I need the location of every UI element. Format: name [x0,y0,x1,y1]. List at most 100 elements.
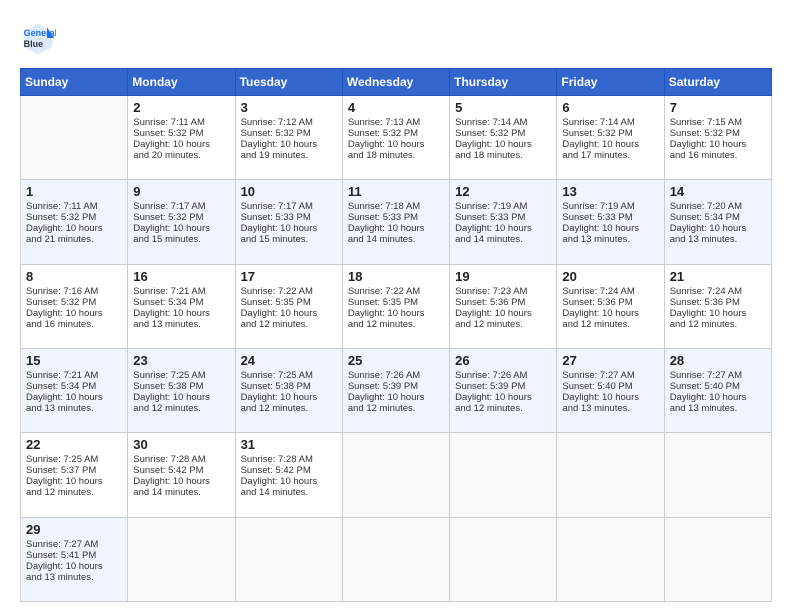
calendar-cell: 6Sunrise: 7:14 AMSunset: 5:32 PMDaylight… [557,96,664,180]
cell-line: and 13 minutes. [562,403,658,414]
cell-line: and 20 minutes. [133,150,229,161]
cell-line: Sunset: 5:40 PM [562,381,658,392]
cell-line: Sunrise: 7:19 AM [455,201,551,212]
cell-line: and 12 minutes. [670,319,766,330]
calendar-table: SundayMondayTuesdayWednesdayThursdayFrid… [20,68,772,602]
cell-line: Sunset: 5:36 PM [562,297,658,308]
cell-line: and 21 minutes. [26,234,122,245]
cell-line: Sunset: 5:38 PM [241,381,337,392]
svg-text:Blue: Blue [24,39,44,49]
cell-line: and 14 minutes. [133,487,229,498]
day-number: 22 [26,437,122,452]
calendar-week-row: 29Sunrise: 7:27 AMSunset: 5:41 PMDayligh… [21,517,772,601]
weekday-header-wednesday: Wednesday [342,69,449,96]
calendar-cell: 11Sunrise: 7:18 AMSunset: 5:33 PMDayligh… [342,180,449,264]
cell-line: Sunset: 5:32 PM [241,128,337,139]
calendar-week-row: 8Sunrise: 7:16 AMSunset: 5:32 PMDaylight… [21,264,772,348]
calendar-cell: 29Sunrise: 7:27 AMSunset: 5:41 PMDayligh… [21,517,128,601]
calendar-cell: 25Sunrise: 7:26 AMSunset: 5:39 PMDayligh… [342,348,449,432]
cell-line: and 13 minutes. [133,319,229,330]
day-number: 9 [133,184,229,199]
cell-line: Daylight: 10 hours [241,223,337,234]
cell-line: and 14 minutes. [241,487,337,498]
cell-line: Sunset: 5:36 PM [670,297,766,308]
cell-line: Sunset: 5:42 PM [133,465,229,476]
cell-line: and 13 minutes. [670,234,766,245]
page: General Blue SundayMondayTuesdayWednesda… [0,0,792,612]
cell-line: Sunrise: 7:18 AM [348,201,444,212]
calendar-cell: 22Sunrise: 7:25 AMSunset: 5:37 PMDayligh… [21,433,128,517]
calendar-cell [450,433,557,517]
cell-line: Daylight: 10 hours [26,476,122,487]
cell-line: Daylight: 10 hours [455,139,551,150]
cell-line: Sunset: 5:39 PM [455,381,551,392]
calendar-cell: 1Sunrise: 7:11 AMSunset: 5:32 PMDaylight… [21,180,128,264]
cell-line: Sunset: 5:35 PM [241,297,337,308]
cell-line: and 15 minutes. [241,234,337,245]
cell-line: Daylight: 10 hours [26,308,122,319]
calendar-cell [557,517,664,601]
cell-line: Sunrise: 7:20 AM [670,201,766,212]
cell-line: Sunset: 5:33 PM [241,212,337,223]
calendar-cell: 9Sunrise: 7:17 AMSunset: 5:32 PMDaylight… [128,180,235,264]
day-number: 5 [455,100,551,115]
calendar-cell: 16Sunrise: 7:21 AMSunset: 5:34 PMDayligh… [128,264,235,348]
cell-line: Sunset: 5:33 PM [455,212,551,223]
calendar-cell [128,517,235,601]
cell-line: Sunset: 5:33 PM [348,212,444,223]
cell-line: Sunset: 5:35 PM [348,297,444,308]
cell-line: Sunrise: 7:21 AM [26,370,122,381]
day-number: 4 [348,100,444,115]
cell-line: Daylight: 10 hours [133,223,229,234]
cell-line: Sunrise: 7:19 AM [562,201,658,212]
day-number: 7 [670,100,766,115]
calendar-cell [557,433,664,517]
calendar-cell: 17Sunrise: 7:22 AMSunset: 5:35 PMDayligh… [235,264,342,348]
cell-line: and 12 minutes. [348,319,444,330]
calendar-cell [235,517,342,601]
calendar-cell [450,517,557,601]
cell-line: Sunrise: 7:17 AM [241,201,337,212]
header: General Blue [20,20,772,56]
cell-line: and 12 minutes. [241,403,337,414]
cell-line: Sunset: 5:32 PM [670,128,766,139]
day-number: 30 [133,437,229,452]
cell-line: and 12 minutes. [241,319,337,330]
logo-icon: General Blue [20,20,56,56]
cell-line: Daylight: 10 hours [348,223,444,234]
cell-line: Sunset: 5:34 PM [133,297,229,308]
cell-line: Daylight: 10 hours [670,308,766,319]
weekday-header-sunday: Sunday [21,69,128,96]
day-number: 12 [455,184,551,199]
cell-line: Sunrise: 7:24 AM [670,286,766,297]
cell-line: Sunset: 5:32 PM [562,128,658,139]
day-number: 27 [562,353,658,368]
cell-line: Daylight: 10 hours [562,392,658,403]
day-number: 28 [670,353,766,368]
cell-line: Sunset: 5:42 PM [241,465,337,476]
day-number: 29 [26,522,122,537]
day-number: 14 [670,184,766,199]
cell-line: Sunset: 5:34 PM [670,212,766,223]
cell-line: Sunrise: 7:12 AM [241,117,337,128]
cell-line: and 13 minutes. [670,403,766,414]
day-number: 31 [241,437,337,452]
calendar-cell [664,433,771,517]
cell-line: Sunset: 5:33 PM [562,212,658,223]
day-number: 13 [562,184,658,199]
cell-line: Daylight: 10 hours [241,308,337,319]
cell-line: Sunrise: 7:14 AM [455,117,551,128]
calendar-week-row: 2Sunrise: 7:11 AMSunset: 5:32 PMDaylight… [21,96,772,180]
cell-line: and 16 minutes. [670,150,766,161]
cell-line: Daylight: 10 hours [133,392,229,403]
cell-line: Daylight: 10 hours [133,476,229,487]
cell-line: Sunrise: 7:27 AM [26,539,122,550]
cell-line: and 16 minutes. [26,319,122,330]
day-number: 6 [562,100,658,115]
cell-line: and 13 minutes. [26,403,122,414]
calendar-cell: 19Sunrise: 7:23 AMSunset: 5:36 PMDayligh… [450,264,557,348]
cell-line: Sunset: 5:40 PM [670,381,766,392]
day-number: 21 [670,269,766,284]
cell-line: Sunrise: 7:11 AM [26,201,122,212]
day-number: 24 [241,353,337,368]
